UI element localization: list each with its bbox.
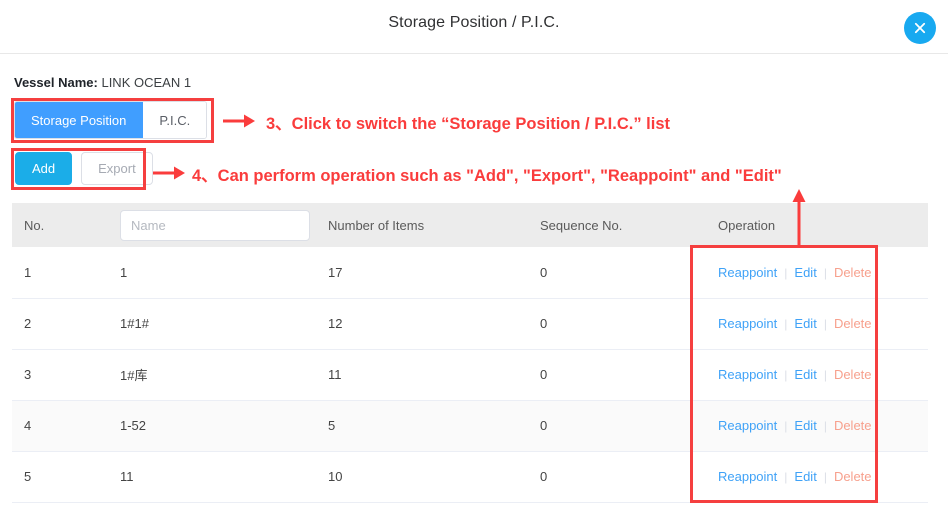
tab-storage-position[interactable]: Storage Position: [15, 102, 144, 138]
cell-operation: Reappoint | Edit | Delete: [706, 247, 928, 299]
cell-operation: Reappoint | Edit | Delete: [706, 298, 928, 350]
column-header-name: [108, 203, 316, 247]
cell-number-of-items: 17: [316, 247, 528, 299]
operation-separator: |: [784, 317, 788, 331]
table-body: 1 1 17 0 Reappoint | Edit | Delete 2 1#1# 12 0 Reappo…: [12, 247, 928, 503]
action-toolbar: Add Export: [15, 152, 153, 185]
cell-operation: Reappoint | Edit | Delete: [706, 349, 928, 401]
cell-no: 4: [12, 400, 108, 452]
close-icon: [911, 19, 929, 37]
storage-position-dialog: Storage Position / P.I.C. Vessel Name: L…: [0, 0, 948, 508]
table-row: 1 1 17 0 Reappoint | Edit | Delete: [12, 247, 928, 299]
delete-link[interactable]: Delete: [834, 316, 872, 331]
cell-name: 1#库: [108, 349, 316, 401]
cell-number-of-items: 5: [316, 400, 528, 452]
operation-separator: |: [784, 470, 788, 484]
cell-no: 2: [12, 298, 108, 350]
export-button[interactable]: Export: [81, 152, 153, 185]
reappoint-link[interactable]: Reappoint: [718, 418, 777, 433]
delete-link[interactable]: Delete: [834, 418, 872, 433]
table-row: 3 1#库 11 0 Reappoint | Edit | Delete: [12, 349, 928, 401]
table-row: 4 1-52 5 0 Reappoint | Edit | Delete: [12, 400, 928, 452]
operation-separator: |: [823, 419, 827, 433]
operation-separator: |: [823, 317, 827, 331]
operation-separator: |: [823, 470, 827, 484]
cell-number-of-items: 12: [316, 298, 528, 350]
add-button[interactable]: Add: [15, 152, 73, 185]
edit-link[interactable]: Edit: [794, 265, 816, 280]
cell-no: 1: [12, 247, 108, 299]
edit-link[interactable]: Edit: [794, 418, 816, 433]
list-type-tabgroup: Storage Position P.I.C.: [14, 101, 208, 139]
cell-operation: Reappoint | Edit | Delete: [706, 451, 928, 503]
cell-number-of-items: 11: [316, 349, 528, 401]
operation-separator: |: [784, 419, 788, 433]
operation-separator: |: [823, 265, 827, 280]
annotation-text-step3: 3、Click to switch the “Storage Position …: [266, 115, 671, 133]
tab-pic[interactable]: P.I.C.: [143, 102, 207, 138]
edit-link[interactable]: Edit: [794, 316, 816, 331]
cell-sequence-no: 0: [528, 247, 706, 299]
cell-sequence-no: 0: [528, 298, 706, 350]
annotation-arrow-up: [790, 186, 808, 253]
close-button[interactable]: [904, 12, 936, 44]
page-title: Storage Position / P.I.C.: [388, 14, 560, 31]
cell-name: 1: [108, 247, 316, 299]
cell-name: 1-52: [108, 400, 316, 452]
table-row: 5 11 10 0 Reappoint | Edit | Delete: [12, 451, 928, 503]
operation-separator: |: [823, 368, 827, 382]
cell-no: 3: [12, 349, 108, 401]
cell-number-of-items: 10: [316, 451, 528, 503]
edit-link[interactable]: Edit: [794, 367, 816, 382]
column-header-no: No.: [12, 203, 108, 247]
cell-operation: Reappoint | Edit | Delete: [706, 400, 928, 452]
cell-name: 11: [108, 451, 316, 503]
cell-no: 5: [12, 451, 108, 503]
cell-sequence-no: 0: [528, 349, 706, 401]
vessel-name-value: LINK OCEAN 1: [101, 75, 192, 90]
delete-link[interactable]: Delete: [834, 469, 872, 484]
reappoint-link[interactable]: Reappoint: [718, 367, 777, 382]
annotation-text-step4: 4、Can perform operation such as "Add", "…: [192, 167, 782, 185]
column-header-number-of-items: Number of Items: [316, 203, 528, 247]
delete-link[interactable]: Delete: [834, 367, 872, 382]
vessel-name-label: Vessel Name:: [14, 75, 98, 90]
cell-name: 1#1#: [108, 298, 316, 350]
name-search-input[interactable]: [120, 209, 310, 241]
operation-separator: |: [784, 368, 788, 382]
table-row: 2 1#1# 12 0 Reappoint | Edit | Delete: [12, 298, 928, 350]
dialog-titlebar: Storage Position / P.I.C.: [0, 0, 948, 54]
delete-link[interactable]: Delete: [834, 265, 872, 280]
vessel-name-row: Vessel Name: LINK OCEAN 1: [14, 75, 191, 90]
reappoint-link[interactable]: Reappoint: [718, 469, 777, 484]
operation-separator: |: [784, 265, 788, 280]
edit-link[interactable]: Edit: [794, 469, 816, 484]
annotation-arrow-right-3: [222, 112, 258, 135]
reappoint-link[interactable]: Reappoint: [718, 316, 777, 331]
column-header-sequence-no: Sequence No.: [528, 203, 706, 247]
cell-sequence-no: 0: [528, 400, 706, 452]
annotation-arrow-right-4: [152, 164, 188, 187]
cell-sequence-no: 0: [528, 451, 706, 503]
reappoint-link[interactable]: Reappoint: [718, 265, 777, 280]
column-header-operation: Operation: [706, 203, 928, 247]
